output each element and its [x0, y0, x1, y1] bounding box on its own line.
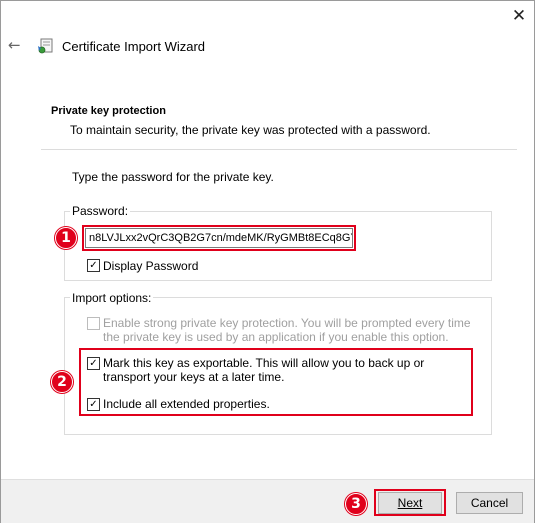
- wizard-window: ✕ ← Certificate Import Wizard Private ke…: [0, 0, 535, 523]
- next-button[interactable]: Next: [378, 492, 442, 514]
- wizard-footer: [1, 479, 534, 523]
- extended-properties-label: Include all extended properties.: [103, 397, 270, 411]
- exportable-checkbox[interactable]: ✓: [87, 357, 100, 370]
- exportable-label: Mark this key as exportable. This will a…: [103, 356, 425, 384]
- back-arrow-icon[interactable]: ←: [8, 36, 26, 54]
- strong-protection-label: Enable strong private key protection. Yo…: [103, 316, 471, 344]
- header-separator: [41, 149, 517, 150]
- display-password-checkbox[interactable]: ✓: [87, 259, 100, 272]
- window-title: Certificate Import Wizard: [62, 39, 206, 54]
- password-prompt: Type the password for the private key.: [72, 170, 274, 184]
- cancel-button[interactable]: Cancel: [456, 492, 523, 514]
- import-options-legend: Import options:: [70, 291, 154, 305]
- step-badge-2: 2: [51, 371, 73, 393]
- display-password-label: Display Password: [103, 259, 199, 273]
- section-title: Private key protection: [51, 105, 166, 117]
- close-button[interactable]: ✕: [506, 5, 532, 27]
- password-legend: Password:: [70, 204, 131, 218]
- certificate-wizard-icon: [38, 38, 53, 54]
- strong-protection-checkbox[interactable]: [87, 317, 100, 330]
- step-badge-1: 1: [55, 227, 77, 249]
- extended-properties-checkbox[interactable]: ✓: [87, 398, 100, 411]
- section-description: To maintain security, the private key wa…: [70, 123, 431, 137]
- password-field[interactable]: n8LVJLxx2vQrC3QB2G7cn/mdeMK/RyGMBt8ECq8G…: [85, 228, 353, 248]
- step-badge-3: 3: [345, 493, 367, 515]
